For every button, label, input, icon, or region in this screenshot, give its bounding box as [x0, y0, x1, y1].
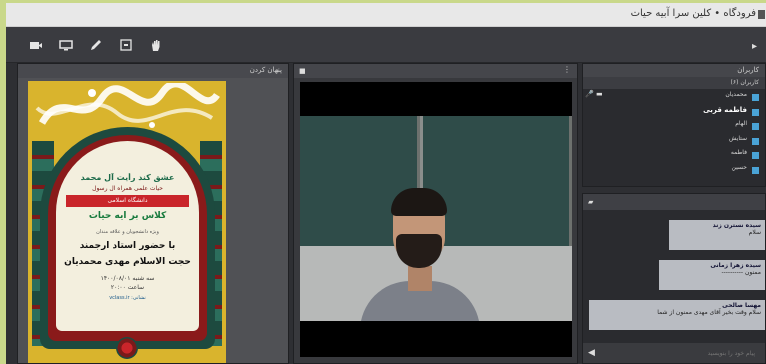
poster-band: دانشگاه اسلامی	[66, 195, 189, 207]
chat-input[interactable]	[605, 346, 755, 360]
raise-hand-icon[interactable]	[148, 37, 164, 53]
chat-message: مهسا صالحی سلام وقت بخیر آقای مهدی ممنون…	[589, 300, 765, 330]
poster-time: ساعت ۲۰:۰۰	[110, 284, 145, 291]
participants-title: کاربران	[737, 66, 759, 74]
poster-content-area	[56, 141, 199, 331]
participant-name: محمدیان	[725, 91, 747, 98]
participant-name: الهام	[735, 120, 747, 127]
participants-panel: کاربران کاربران (۶) 🎤 ▬ محمدیان فاطمه قر…	[582, 63, 766, 187]
poster-subtitle: حیات علمی همراه آل رسول	[92, 185, 163, 192]
chalkboard-right	[423, 116, 572, 246]
video-menu-icon[interactable]: ⋮	[563, 65, 571, 74]
participant-name: فاطمه قربی	[703, 105, 747, 114]
chat-text: سلام	[748, 229, 761, 236]
user-icon	[752, 166, 759, 174]
participant-name: فاطمه	[730, 149, 747, 156]
chat-message: سیده نسترن زند سلام	[669, 220, 765, 250]
poster-course-title: کلاس بر آیه حیات	[88, 211, 167, 221]
poster-link: نشانی: vclass.ir	[109, 295, 146, 301]
user-icon	[752, 123, 759, 130]
camera-icon[interactable]	[28, 37, 44, 53]
window-title: فرودگاه • کلین سرا آبیه حیات	[630, 8, 756, 19]
video-header: ■ ⋮	[294, 64, 577, 78]
webcam-feed[interactable]	[300, 82, 572, 357]
chat-sender: مهسا صالحی	[722, 302, 761, 309]
send-icon[interactable]: ◀	[588, 348, 595, 358]
file-icon[interactable]	[118, 37, 134, 53]
pen-icon[interactable]	[88, 37, 104, 53]
participant-item[interactable]: الهام	[591, 120, 759, 135]
participant-name: ستایش	[729, 134, 747, 142]
settings-icon[interactable]: ▸	[752, 41, 760, 52]
calligraphy-banner	[35, 83, 220, 128]
video-panel: ■ ⋮	[293, 63, 578, 364]
poster-rose-ornament	[116, 337, 138, 359]
user-icon	[752, 94, 759, 101]
video-camera-icon: ■	[299, 67, 306, 75]
participants-count: کاربران (۶)	[730, 79, 759, 86]
participant-item[interactable]: محمدیان	[591, 91, 759, 106]
presentation-header: پنهان کردن ›	[18, 64, 288, 78]
participant-item[interactable]: فاطمه قربی	[591, 106, 759, 121]
participant-item[interactable]: فاطمه	[591, 149, 759, 164]
poster-note: ویژه دانشجویان و علاقه مندان	[96, 229, 159, 235]
poster-heading: عشق کند رأیت آل محمد	[80, 173, 175, 182]
chat-header: ▰	[583, 194, 765, 210]
chat-sender: سیده زهرا زمانی	[710, 262, 761, 269]
presenter-neck	[408, 266, 432, 291]
screen-share-icon[interactable]	[58, 37, 74, 53]
chat-icon: ▰	[588, 198, 594, 206]
chat-text: سلام وقت بخیر آقای مهدی ممنون از شما	[657, 309, 761, 316]
event-poster: عشق کند رأیت آل محمد حیات علمی همراه آل …	[28, 81, 226, 363]
poster-host-line-1: با حضور استاد ارجمند	[79, 241, 176, 251]
chat-input-bar: ◀	[583, 343, 765, 363]
presentation-panel: پنهان کردن › عشق کند رأیت آل محمد حیات ع…	[17, 63, 289, 364]
participant-name: حسین	[731, 163, 747, 171]
user-icon	[752, 137, 759, 145]
webcam-scene	[300, 116, 572, 321]
chat-text: ممنون ----------	[721, 269, 761, 276]
app-icon	[758, 10, 765, 19]
participant-item[interactable]: حسین	[591, 164, 759, 179]
participant-item[interactable]: ستایش	[591, 135, 759, 150]
poster-host-line-2: حجت الاسلام مهدی محمدیان	[64, 257, 191, 267]
participant-list: محمدیان فاطمه قربی الهام ستایش فاطمه حسی…	[591, 91, 759, 178]
participants-header: کاربران	[583, 64, 765, 77]
poster-date: سه شنبه ۱۴۰۰/۰۸/۰۱	[100, 275, 155, 282]
title-bar: فرودگاه • کلین سرا آبیه حیات	[6, 3, 766, 27]
user-icon	[752, 108, 759, 116]
chat-panel: ▰ سیده نسترن زند سلام سیده زهرا زمانی مم…	[582, 193, 766, 364]
participants-subheader: کاربران (۶)	[583, 77, 765, 89]
chat-message: سیده زهرا زمانی ممنون ----------	[659, 260, 765, 290]
conference-app-window: فرودگاه • کلین سرا آبیه حیات ▸ پنهان کرد…	[6, 3, 766, 364]
user-icon	[752, 152, 759, 159]
chat-sender: سیده نسترن زند	[712, 222, 761, 229]
toolbar: ▸	[6, 27, 766, 63]
collapse-icon[interactable]: ›	[276, 67, 279, 75]
